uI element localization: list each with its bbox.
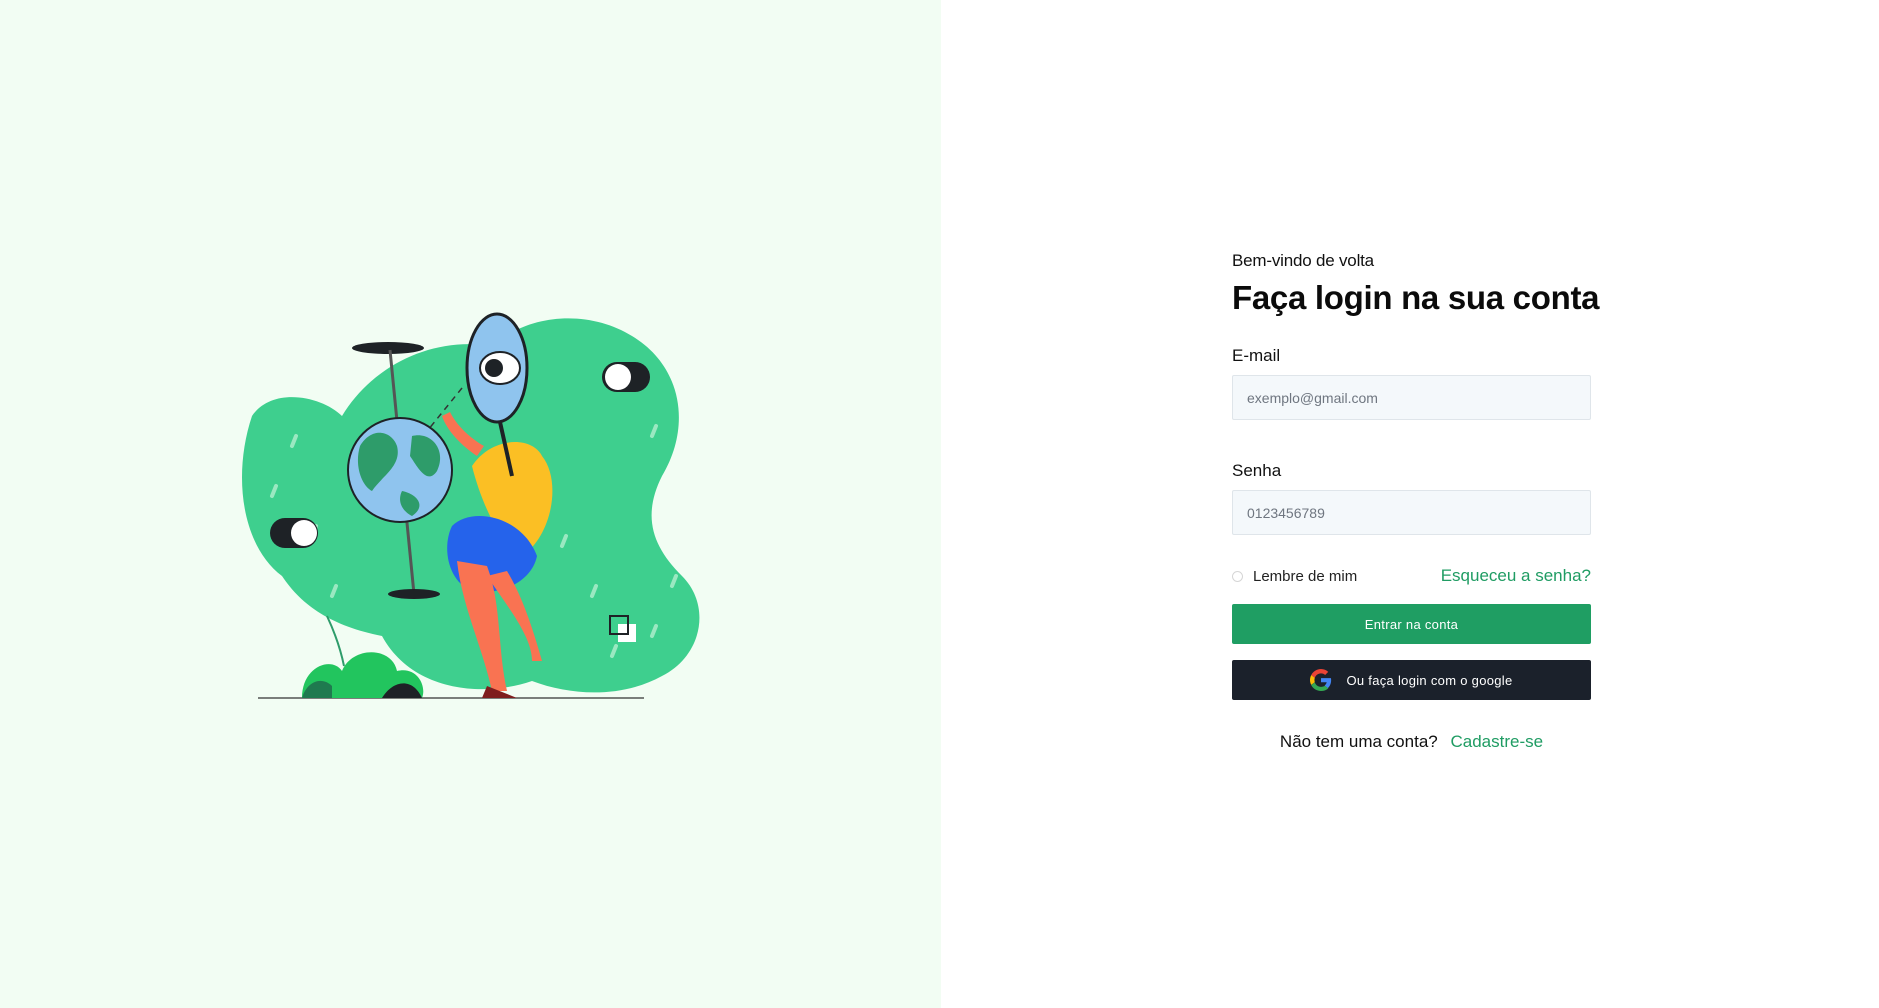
email-input[interactable] bbox=[1232, 375, 1591, 420]
google-logo-icon bbox=[1310, 669, 1332, 691]
remember-me-label: Lembre de mim bbox=[1253, 567, 1358, 585]
login-form: Bem-vindo de volta Faça login na sua con… bbox=[1232, 250, 1600, 754]
google-login-button[interactable]: Ou faça login com o google bbox=[1232, 660, 1591, 700]
remember-me[interactable]: Lembre de mim bbox=[1232, 568, 1357, 585]
signup-link[interactable]: Cadastre-se bbox=[1450, 732, 1543, 751]
login-illustration bbox=[242, 312, 700, 699]
remember-me-checkbox[interactable] bbox=[1232, 570, 1243, 582]
form-options-row: Lembre de mim Esqueceu a senha? bbox=[1232, 565, 1591, 587]
forgot-password-link[interactable]: Esqueceu a senha? bbox=[1441, 566, 1591, 586]
welcome-text: Bem-vindo de volta bbox=[1232, 251, 1374, 270]
page-title: Faça login na sua conta bbox=[1232, 279, 1600, 316]
illustration-panel bbox=[0, 0, 941, 1008]
email-label: E-mail bbox=[1232, 346, 1281, 365]
no-account-text: Não tem uma conta? bbox=[1279, 732, 1438, 751]
signup-row: Não tem uma conta? Cadastre-se bbox=[1232, 730, 1591, 754]
password-label: Senha bbox=[1232, 461, 1282, 480]
password-input[interactable] bbox=[1232, 490, 1591, 535]
google-login-label: Ou faça login com o google bbox=[1346, 672, 1513, 688]
login-button[interactable]: Entrar na conta bbox=[1232, 604, 1591, 644]
